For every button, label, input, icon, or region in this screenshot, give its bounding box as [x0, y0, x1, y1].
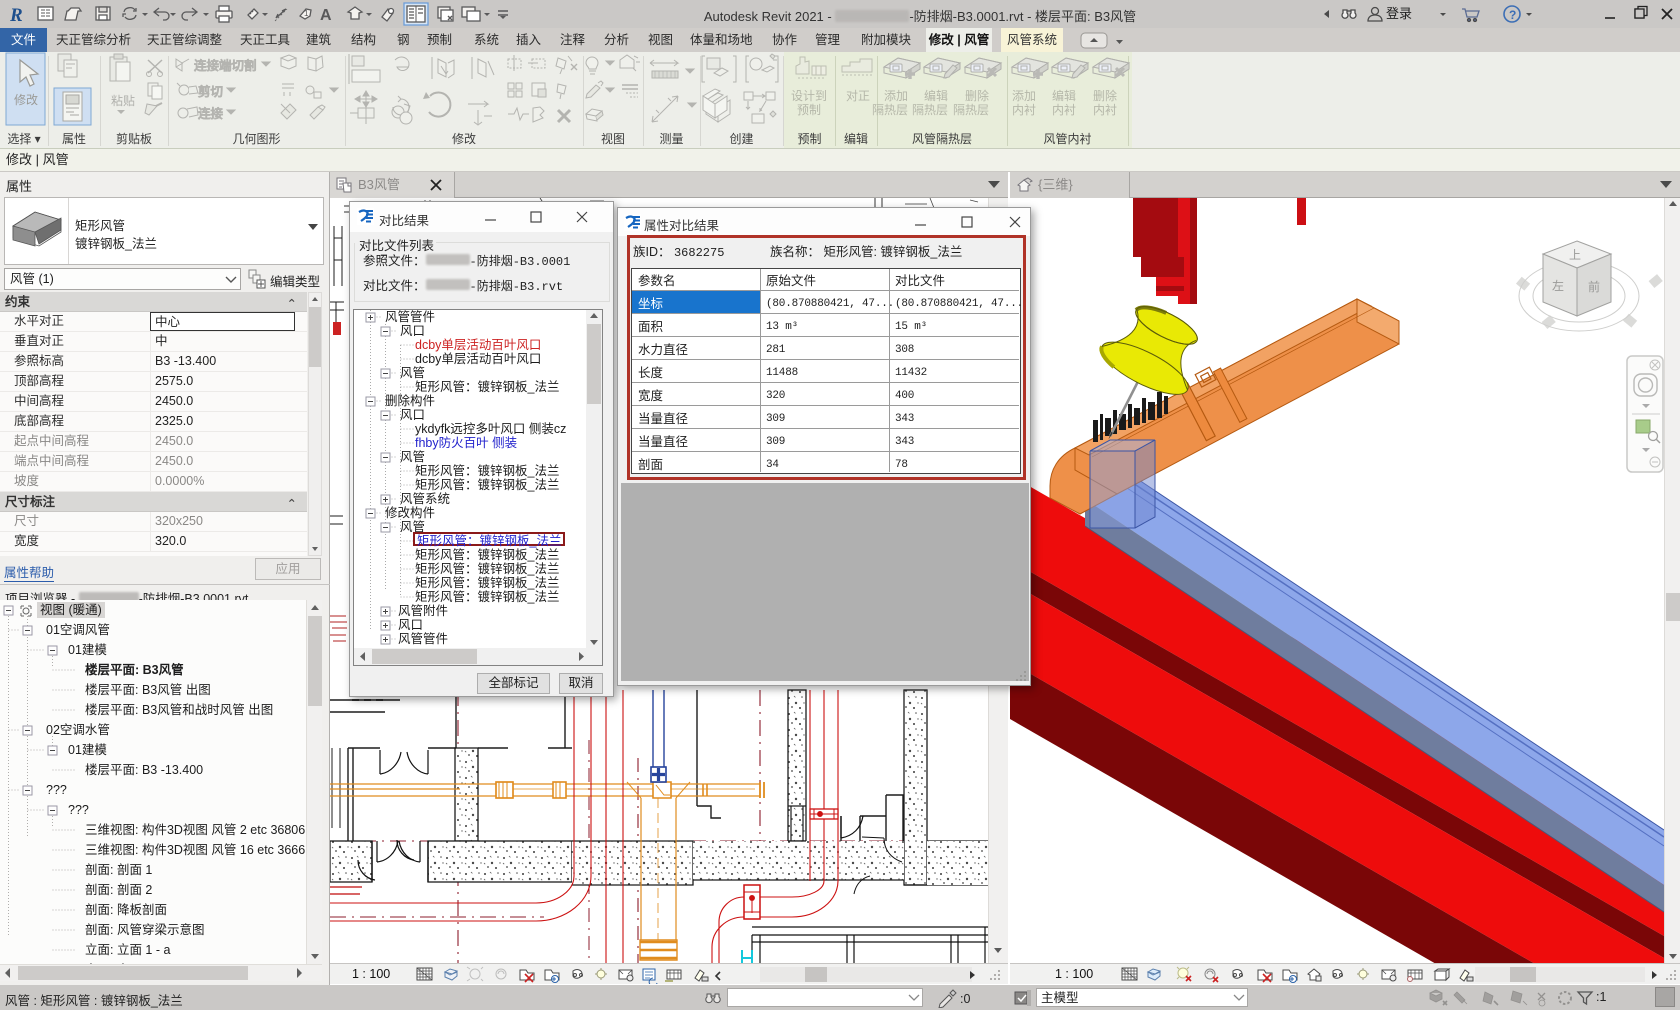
svg-text:内衬: 内衬: [1052, 103, 1076, 117]
svg-text:添加: 添加: [1012, 89, 1036, 103]
svg-text:粘贴: 粘贴: [111, 93, 135, 108]
svg-text:内衬: 内衬: [1093, 103, 1117, 117]
svg-text:连接端切割: 连接端切割: [194, 58, 257, 73]
svg-text:编辑: 编辑: [924, 88, 948, 103]
svg-text:删除: 删除: [965, 88, 989, 103]
svg-text:隔热层: 隔热层: [912, 103, 948, 117]
svg-text:?: ?: [1509, 8, 1516, 22]
svg-text:编辑: 编辑: [1052, 88, 1076, 103]
svg-text:登录: 登录: [1386, 6, 1412, 21]
svg-text:剪切: 剪切: [198, 84, 223, 99]
svg-text:连接: 连接: [198, 106, 224, 121]
svg-text:上: 上: [1569, 248, 1581, 262]
svg-text:预制: 预制: [797, 103, 821, 117]
svg-text:对正: 对正: [846, 89, 870, 103]
svg-text:修改: 修改: [14, 92, 38, 107]
svg-text:设计到: 设计到: [791, 89, 827, 103]
svg-text:隔热层: 隔热层: [872, 103, 908, 117]
svg-text:隔热层: 隔热层: [953, 103, 989, 117]
svg-text:前: 前: [1588, 279, 1600, 294]
svg-text:左: 左: [1552, 278, 1564, 293]
svg-text:删除: 删除: [1093, 88, 1117, 103]
svg-text:R: R: [9, 5, 23, 26]
svg-text::0: :0: [960, 992, 970, 1006]
svg-text:内衬: 内衬: [1012, 103, 1036, 117]
svg-text:添加: 添加: [884, 89, 908, 103]
